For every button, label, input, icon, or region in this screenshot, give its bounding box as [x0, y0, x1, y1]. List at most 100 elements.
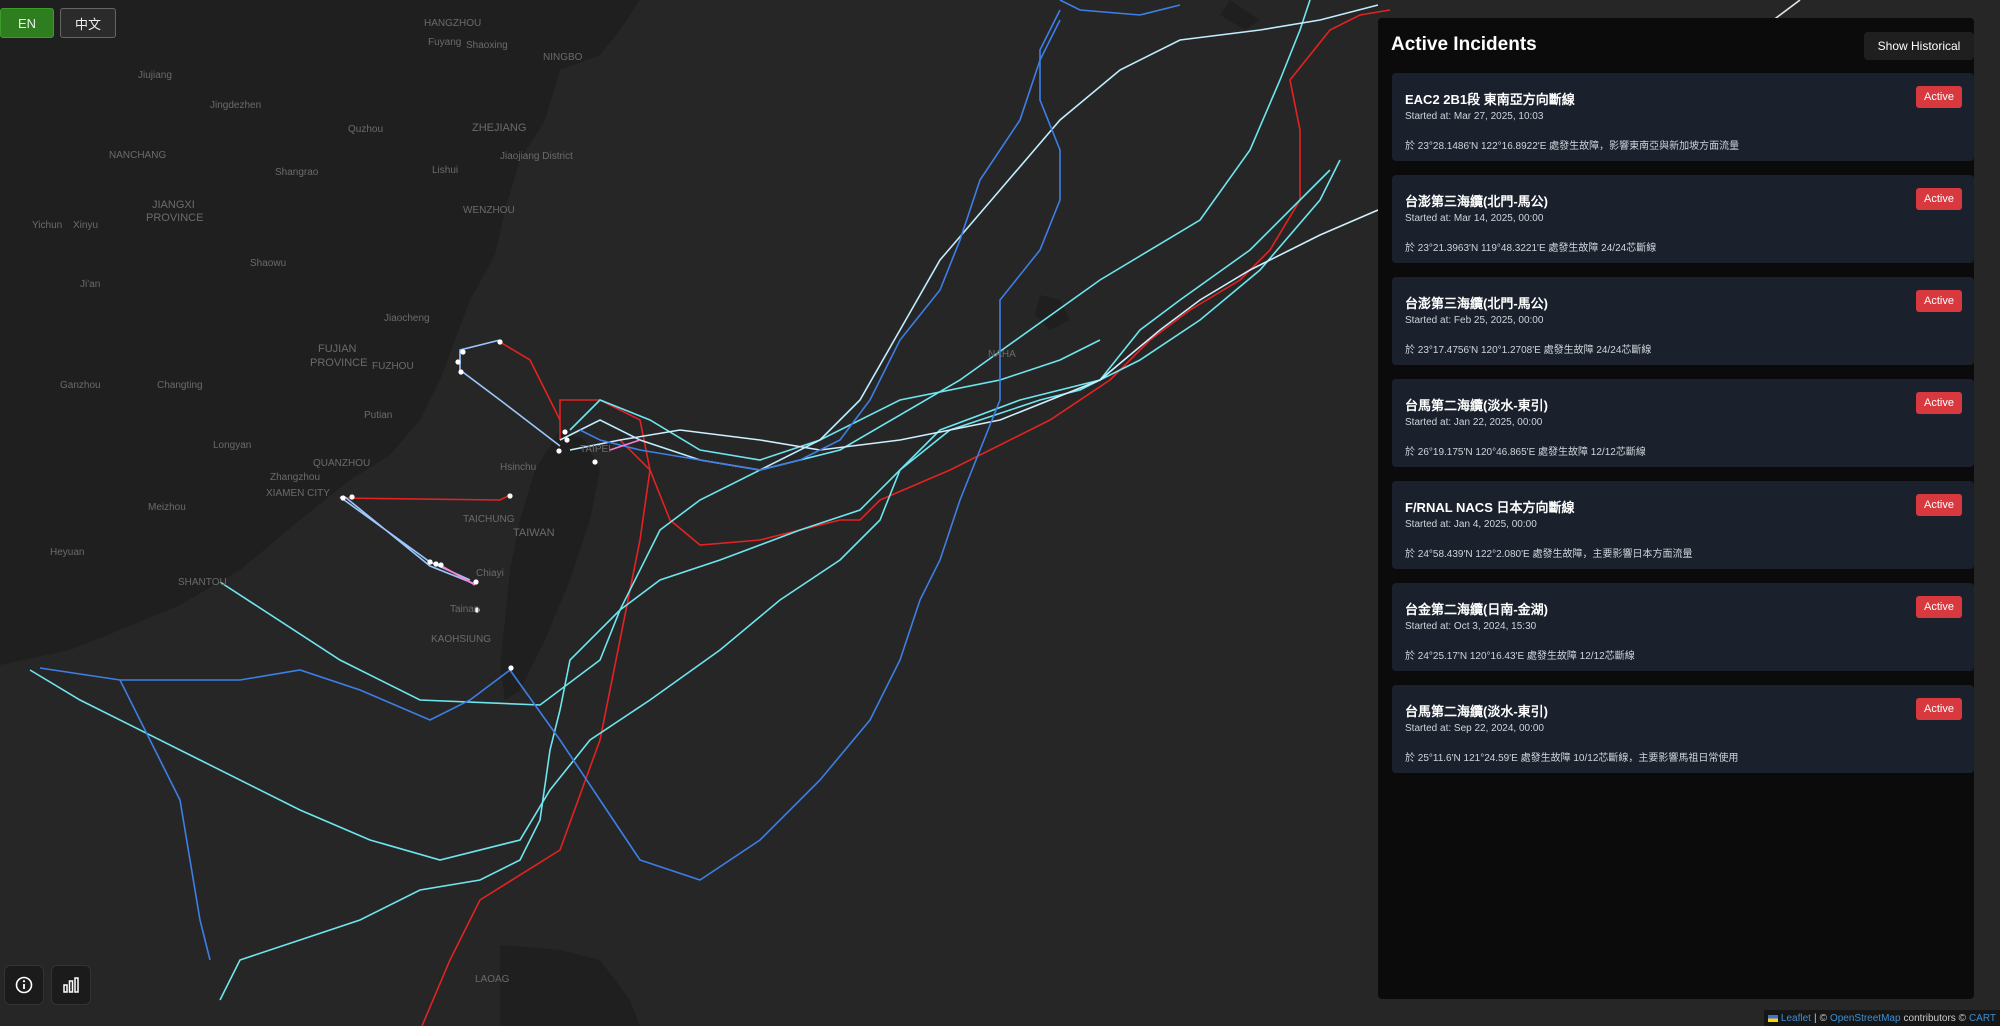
incident-card[interactable]: F/RNAL NACS 日本方向斷線 Started at: Jan 4, 20… — [1392, 481, 1974, 569]
svg-text:JIANGXI: JIANGXI — [152, 199, 195, 211]
svg-text:HANGZHOU: HANGZHOU — [424, 18, 481, 29]
svg-text:Lishui: Lishui — [432, 165, 458, 176]
cable-blue-3 — [1059, 0, 1181, 16]
svg-text:XIAMEN CITY: XIAMEN CITY — [266, 488, 330, 499]
status-badge: Active — [1916, 188, 1962, 210]
leaflet-link[interactable]: Leaflet — [1781, 1013, 1811, 1024]
bar-chart-icon — [63, 977, 79, 993]
incident-card[interactable]: 台澎第三海纜(北門-馬公) Started at: Feb 25, 2025, … — [1392, 277, 1974, 365]
svg-text:QUANZHOU: QUANZHOU — [313, 458, 370, 469]
lang-zh-button[interactable]: 中文 — [60, 8, 116, 38]
incident-title: EAC2 2B1段 東南亞方向斷線 — [1405, 92, 1575, 107]
svg-text:Meizhou: Meizhou — [148, 502, 186, 513]
info-icon — [15, 976, 33, 994]
svg-text:Chiayi: Chiayi — [476, 568, 504, 579]
incident-title: 台馬第二海纜(淡水-東引) — [1405, 398, 1548, 413]
svg-text:Tainan: Tainan — [450, 604, 479, 615]
incident-card[interactable]: EAC2 2B1段 東南亞方向斷線 Started at: Mar 27, 20… — [1392, 73, 1974, 161]
cable-white-2 — [569, 209, 1379, 451]
svg-text:FUZHOU: FUZHOU — [372, 361, 414, 372]
svg-text:Jiaojiang District: Jiaojiang District — [500, 151, 573, 162]
incident-title: 台澎第三海纜(北門-馬公) — [1405, 194, 1548, 209]
svg-text:Jiaocheng: Jiaocheng — [384, 313, 430, 324]
incident-card[interactable]: 台金第二海纜(日南-金湖) Started at: Oct 3, 2024, 1… — [1392, 583, 1974, 671]
svg-text:Longyan: Longyan — [213, 440, 251, 451]
svg-text:Putian: Putian — [364, 410, 392, 421]
carto-link[interactable]: CART — [1969, 1013, 1996, 1024]
status-badge: Active — [1916, 698, 1962, 720]
panel-title: Active Incidents — [1391, 34, 1537, 55]
island-1 — [1035, 295, 1070, 330]
incident-description: 於 23°17.4756'N 120°1.2708'E 處發生故障 24/24芯… — [1405, 345, 1652, 356]
incident-start: Started at: Jan 4, 2025, 00:00 — [1405, 519, 1537, 530]
incident-title: F/RNAL NACS 日本方向斷線 — [1405, 500, 1575, 515]
show-historical-button[interactable]: Show Historical — [1864, 32, 1974, 60]
incident-title: 台金第二海纜(日南-金湖) — [1405, 602, 1548, 617]
attribution-sep: | — [1813, 1012, 1817, 1024]
svg-text:LAOAG: LAOAG — [475, 974, 510, 985]
status-badge: Active — [1916, 596, 1962, 618]
cable-blue-2 — [579, 19, 1061, 471]
status-badge: Active — [1916, 86, 1962, 108]
svg-text:Changting: Changting — [157, 380, 203, 391]
attribution-contributors: contributors © — [1903, 1012, 1966, 1024]
status-badge: Active — [1916, 494, 1962, 516]
svg-text:Fuyang: Fuyang — [428, 37, 461, 48]
incident-title: 台馬第二海纜(淡水-東引) — [1405, 704, 1548, 719]
svg-text:PROVINCE: PROVINCE — [310, 357, 367, 369]
svg-text:PROVINCE: PROVINCE — [146, 212, 203, 224]
incident-card[interactable]: 台澎第三海纜(北門-馬公) Started at: Mar 14, 2025, … — [1392, 175, 1974, 263]
osm-link[interactable]: OpenStreetMap — [1830, 1013, 1901, 1024]
incident-start: Started at: Jan 22, 2025, 00:00 — [1405, 417, 1543, 428]
svg-text:Ganzhou: Ganzhou — [60, 380, 101, 391]
svg-text:Xinyu: Xinyu — [73, 220, 98, 231]
svg-text:Quzhou: Quzhou — [348, 124, 383, 135]
island-2 — [1220, 0, 1260, 30]
incident-start: Started at: Mar 14, 2025, 00:00 — [1405, 213, 1544, 224]
incident-description: 於 24°25.17'N 120°16.43'E 處發生故障 12/12芯斷線 — [1405, 651, 1635, 662]
map-attribution: Leaflet | © OpenStreetMap contributors ©… — [1763, 1010, 2000, 1026]
incident-start: Started at: Oct 3, 2024, 15:30 — [1405, 621, 1537, 632]
svg-text:TAIWAN: TAIWAN — [513, 527, 555, 539]
svg-text:NINGBO: NINGBO — [543, 52, 583, 63]
svg-text:Heyuan: Heyuan — [50, 547, 84, 558]
incident-card[interactable]: 台馬第二海纜(淡水-東引) Started at: Sep 22, 2024, … — [1392, 685, 1974, 773]
svg-text:ZHEJIANG: ZHEJIANG — [472, 122, 526, 134]
status-badge: Active — [1916, 290, 1962, 312]
incident-start: Started at: Mar 27, 2025, 10:03 — [1405, 111, 1544, 122]
lang-en-button[interactable]: EN — [0, 8, 54, 38]
status-badge: Active — [1916, 392, 1962, 414]
svg-text:SHANTOU: SHANTOU — [178, 577, 227, 588]
incident-title: 台澎第三海纜(北門-馬公) — [1405, 296, 1548, 311]
stats-button[interactable] — [51, 965, 91, 1005]
incident-start: Started at: Sep 22, 2024, 00:00 — [1405, 723, 1544, 734]
svg-text:Ji'an: Ji'an — [80, 279, 100, 290]
incident-description: 於 26°19.175'N 120°46.865'E 處發生故障 12/12芯斷… — [1405, 447, 1646, 458]
svg-text:WENZHOU: WENZHOU — [463, 205, 515, 216]
svg-text:Shaoxing: Shaoxing — [466, 40, 508, 51]
svg-text:Shaowu: Shaowu — [250, 258, 286, 269]
svg-text:TAIPEI: TAIPEI — [580, 444, 611, 455]
cable-white — [559, 4, 1379, 471]
svg-text:FUJIAN: FUJIAN — [318, 343, 357, 355]
svg-text:Jingdezhen: Jingdezhen — [210, 100, 261, 111]
info-button[interactable] — [4, 965, 44, 1005]
svg-text:NAHA: NAHA — [988, 349, 1016, 360]
incident-start: Started at: Feb 25, 2025, 00:00 — [1405, 315, 1544, 326]
svg-text:Zhangzhou: Zhangzhou — [270, 472, 320, 483]
incident-card[interactable]: 台馬第二海纜(淡水-東引) Started at: Jan 22, 2025, … — [1392, 379, 1974, 467]
svg-text:KAOHSIUNG: KAOHSIUNG — [431, 634, 491, 645]
language-switcher: EN 中文 — [0, 8, 116, 38]
incidents-panel: Active Incidents Show Historical EAC2 2B… — [1378, 18, 1974, 999]
svg-text:Yichun: Yichun — [32, 220, 62, 231]
svg-text:TAICHUNG: TAICHUNG — [463, 514, 515, 525]
luzon-north — [500, 945, 640, 1026]
svg-text:Jiujiang: Jiujiang — [138, 70, 172, 81]
svg-text:Shangrao: Shangrao — [275, 167, 319, 178]
incident-description: 於 23°28.1486'N 122°16.8922'E 處發生故障，影響東南亞… — [1405, 141, 1740, 152]
incident-description: 於 23°21.3963'N 119°48.3221'E 處發生故障 24/24… — [1405, 243, 1657, 254]
svg-text:NANCHANG: NANCHANG — [109, 150, 166, 161]
cable-red-3 — [499, 341, 561, 421]
attribution-copyright: © — [1819, 1012, 1827, 1024]
incident-description: 於 25°11.6'N 121°24.59'E 處發生故障 10/12芯斷線，主… — [1405, 753, 1739, 764]
